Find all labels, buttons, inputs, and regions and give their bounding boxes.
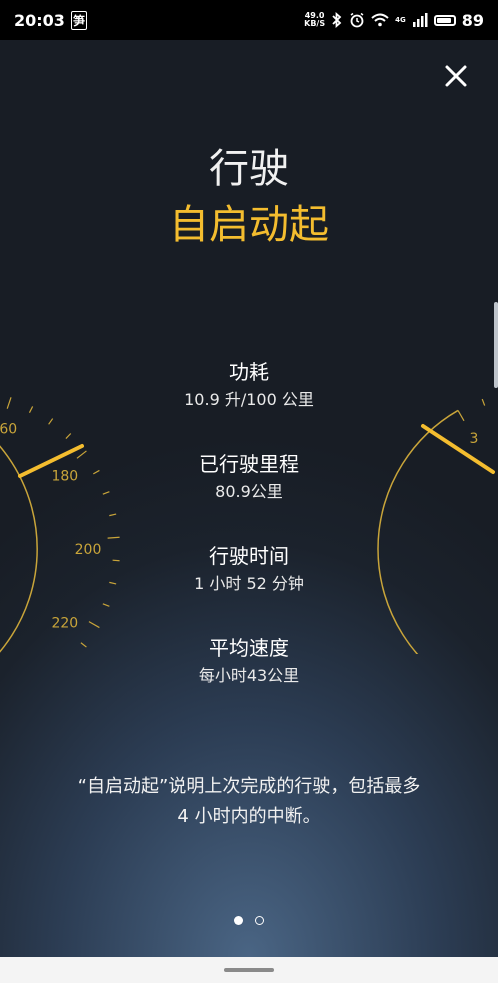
alarm-icon <box>350 12 364 28</box>
stat-label: 已行驶里程 <box>199 452 299 476</box>
network-speed-unit: KB/S <box>304 19 326 28</box>
description-note: “自启动起”说明上次完成的行驶，包括最多 4 小时内的中断。 <box>24 772 474 832</box>
wifi-icon <box>371 13 389 27</box>
signal-label: 4G <box>395 16 406 24</box>
stat-value: 80.9公里 <box>215 482 283 501</box>
page-dot[interactable] <box>234 916 243 925</box>
stat-label: 平均速度 <box>209 636 289 660</box>
stat-label: 功耗 <box>229 360 269 384</box>
network-speed: 49.0 KB/S <box>304 12 325 28</box>
stat-average-speed: 平均速度 每小时43公里 <box>0 634 498 726</box>
page-indicator <box>0 916 498 925</box>
navigation-bar <box>0 957 498 983</box>
battery-level: 89 <box>461 10 484 30</box>
page-title: 行驶 <box>209 146 289 192</box>
battery-icon <box>433 14 456 26</box>
page-dot[interactable] <box>255 916 264 925</box>
stat-value: 1 小时 52 分钟 <box>194 574 304 593</box>
status-bar: 20:03 笋 49.0 KB/S 4G 89 <box>0 0 498 40</box>
trip-stats: 功耗 10.9 升/100 公里 已行驶里程 80.9公里 行驶时间 1 小时 … <box>0 358 498 726</box>
close-icon[interactable] <box>442 62 470 90</box>
stat-distance: 已行驶里程 80.9公里 <box>0 450 498 542</box>
bluetooth-icon <box>332 12 342 28</box>
home-gesture-handle[interactable] <box>224 968 274 972</box>
stat-value: 每小时43公里 <box>198 666 300 685</box>
status-time: 20:03 <box>14 10 65 30</box>
stat-label: 行驶时间 <box>209 544 289 568</box>
note-line: “自启动起”说明上次完成的行驶，包括最多 <box>77 776 421 797</box>
page-subtitle: 自启动起 <box>169 202 329 248</box>
note-line: 4 小时内的中断。 <box>177 806 321 827</box>
signal-icon <box>412 13 428 27</box>
trip-panel: 行驶 自启动起 01601802002202400 321 功耗 10.9 升/… <box>0 40 498 957</box>
stat-value: 10.9 升/100 公里 <box>184 390 314 409</box>
stat-duration: 行驶时间 1 小时 52 分钟 <box>0 542 498 634</box>
scrollbar[interactable] <box>494 302 498 388</box>
notification-badge: 笋 <box>70 10 87 30</box>
stat-consumption: 功耗 10.9 升/100 公里 <box>0 358 498 450</box>
